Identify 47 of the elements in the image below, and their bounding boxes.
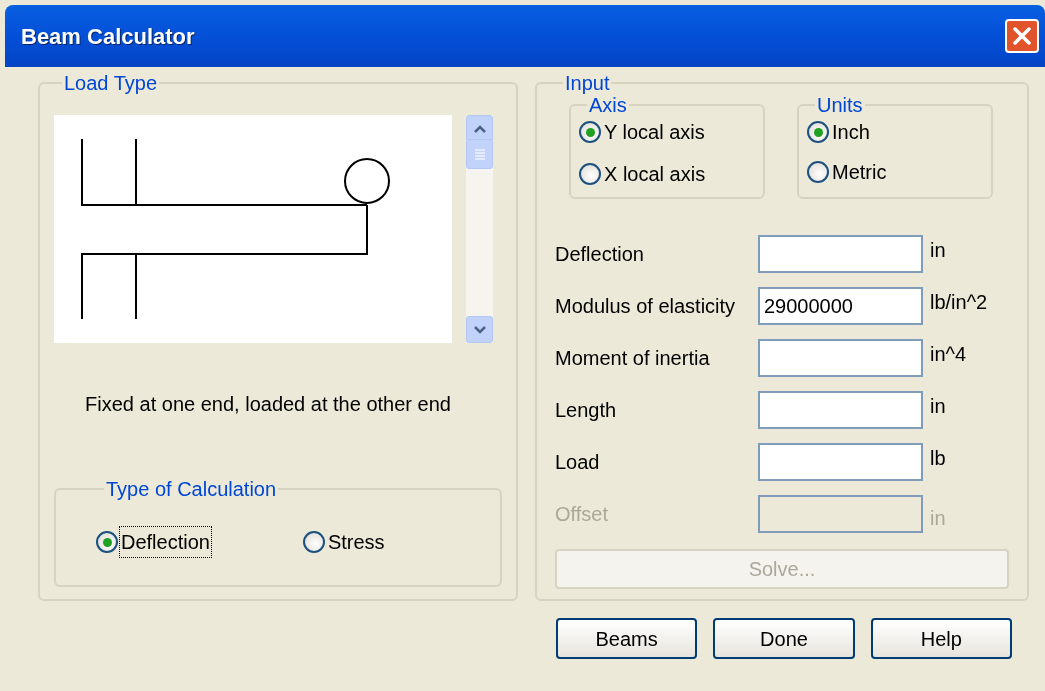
- option-label[interactable]: Metric: [831, 157, 888, 187]
- chevron-down-icon: [473, 325, 486, 334]
- field-label: Offset: [555, 502, 609, 527]
- input-field[interactable]: [758, 391, 923, 429]
- group-title: Units: [816, 95, 864, 115]
- field-label: Modulus of elasticity: [555, 294, 737, 319]
- scrollbar[interactable]: [466, 115, 493, 343]
- radio-button[interactable]: [302, 531, 325, 553]
- dialog-button[interactable]: Beams: [556, 618, 698, 659]
- radio-button[interactable]: [579, 121, 601, 143]
- chevron-up-icon: [473, 124, 486, 133]
- radio-button[interactable]: [807, 161, 829, 183]
- input-field[interactable]: 29000000: [758, 287, 923, 325]
- dialog-button[interactable]: Done: [713, 618, 855, 659]
- scroll-thumb[interactable]: [466, 139, 493, 169]
- unit-label: in: [930, 238, 946, 263]
- option-label[interactable]: Deflection: [120, 527, 211, 557]
- unit-label: in: [930, 394, 946, 419]
- window-title: Beam Calculator: [21, 22, 195, 51]
- scroll-down-button[interactable]: [466, 316, 493, 343]
- group-title: Input: [564, 73, 611, 93]
- input-field[interactable]: [758, 339, 923, 377]
- unit-label: lb/in^2: [930, 290, 988, 315]
- input-field[interactable]: [758, 443, 923, 481]
- radio-button[interactable]: [807, 121, 829, 143]
- group-title: Axis: [588, 95, 628, 115]
- option-label[interactable]: X local axis: [603, 159, 707, 189]
- field-label: Load: [555, 450, 601, 475]
- group-title: Type of Calculation: [105, 479, 278, 499]
- close-button[interactable]: [1005, 19, 1039, 53]
- option-label[interactable]: Inch: [831, 117, 871, 147]
- grip-icon: [473, 148, 486, 160]
- option-label[interactable]: Y local axis: [603, 117, 706, 147]
- input-field[interactable]: [758, 235, 923, 273]
- radio-button[interactable]: [579, 163, 601, 185]
- radio-button[interactable]: [96, 531, 118, 553]
- close-icon: [1012, 26, 1032, 46]
- unit-label: in^4: [930, 342, 967, 367]
- unit-label: in: [930, 506, 946, 531]
- group-title: Load Type: [63, 73, 159, 93]
- field-label: Length: [555, 398, 618, 423]
- field-label: Deflection: [555, 242, 645, 267]
- dialog-button[interactable]: Help: [870, 618, 1012, 659]
- load-description: Fixed at one end, loaded at the other end: [84, 392, 452, 417]
- field-label: Moment of inertia: [555, 346, 711, 371]
- option-label[interactable]: Stress: [326, 527, 386, 557]
- unit-label: lb: [930, 446, 946, 471]
